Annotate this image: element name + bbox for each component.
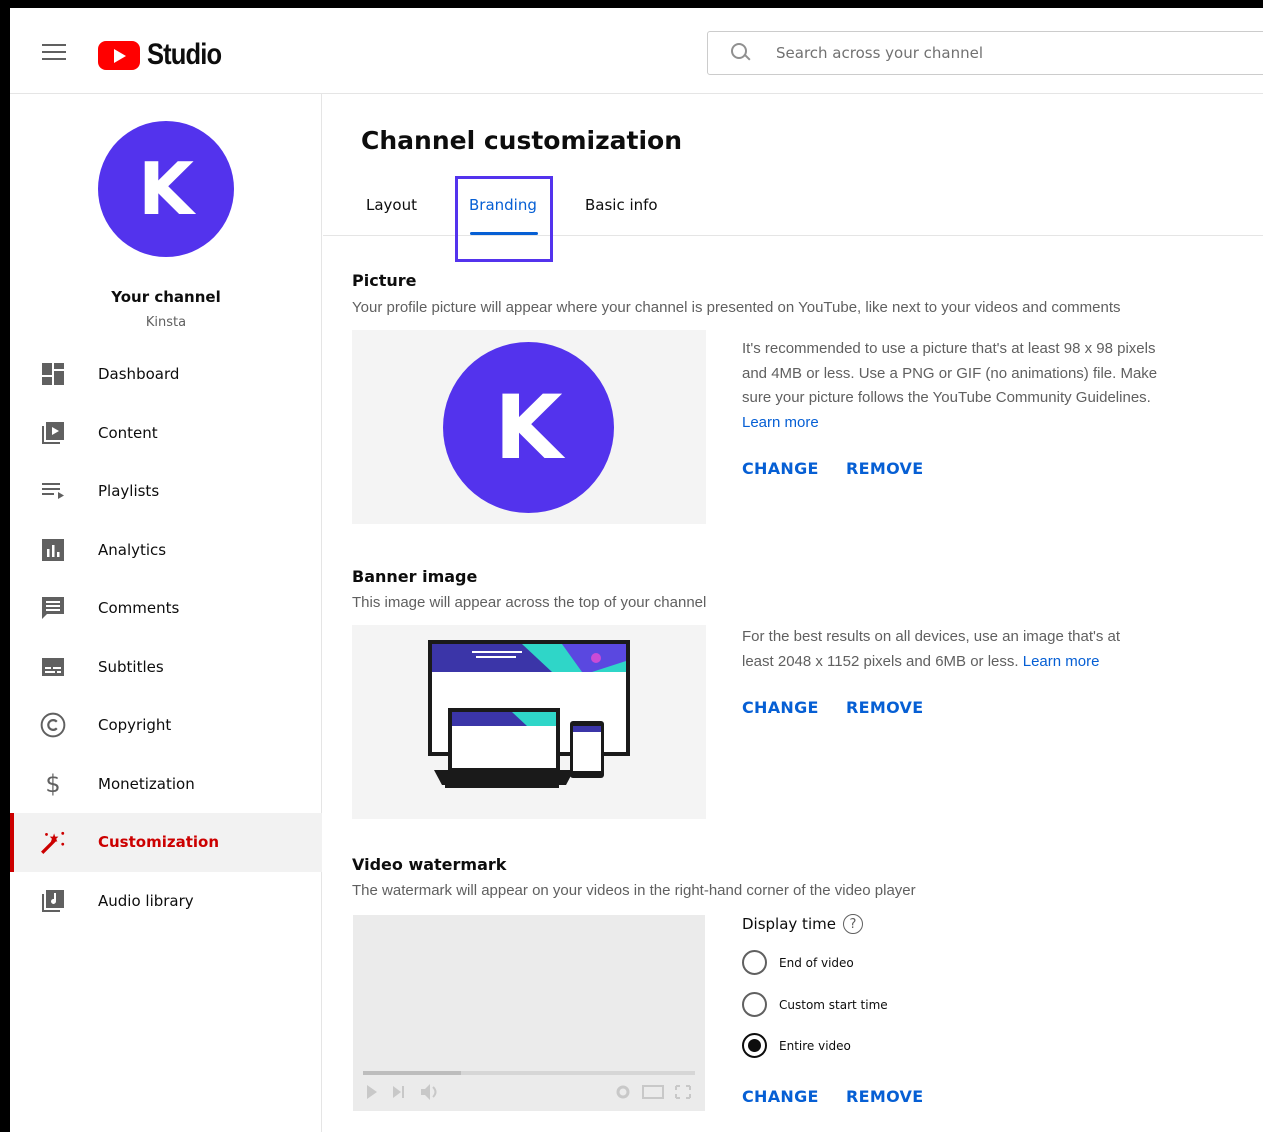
radio-button-selected[interactable]: [742, 1033, 767, 1058]
radio-custom-start-time[interactable]: Custom start time: [742, 992, 888, 1017]
sidebar-item-audio-library[interactable]: Audio library: [10, 872, 322, 931]
menu-icon[interactable]: [42, 44, 66, 62]
channel-name: Kinsta: [145, 315, 187, 330]
sidebar: K Your channel Kinsta Dashboard Content: [10, 94, 322, 1132]
magic-wand-icon: [40, 829, 66, 855]
tab-layout[interactable]: Layout: [366, 196, 417, 214]
radio-label: End of video: [779, 955, 854, 970]
content-icon: [40, 420, 66, 446]
picture-info-text: It's recommended to use a picture that's…: [742, 340, 1158, 406]
dollar-icon: $: [45, 769, 61, 798]
banner-info: For the best results on all devices, use…: [742, 625, 1152, 674]
picture-info: It's recommended to use a picture that's…: [742, 337, 1162, 435]
profile-picture: K: [443, 342, 614, 513]
sidebar-item-playlists[interactable]: Playlists: [10, 462, 322, 521]
copyright-icon: [40, 712, 66, 738]
sidebar-item-label: Audio library: [98, 891, 194, 910]
sidebar-item-label: Monetization: [98, 774, 195, 793]
sidebar-item-subtitles[interactable]: Subtitles: [10, 638, 322, 697]
sidebar-item-label: Playlists: [98, 482, 160, 501]
radio-button[interactable]: [742, 992, 767, 1017]
display-time-label: Display time: [742, 915, 836, 933]
sidebar-item-content[interactable]: Content: [10, 404, 322, 463]
radio-button[interactable]: [742, 950, 767, 975]
sidebar-item-label: Copyright: [98, 716, 172, 735]
radio-entire-video[interactable]: Entire video: [742, 1033, 851, 1058]
sidebar-item-analytics[interactable]: Analytics: [10, 521, 322, 580]
search-box[interactable]: [707, 31, 1263, 75]
radio-end-of-video[interactable]: End of video: [742, 950, 854, 975]
youtube-play-icon: [98, 40, 140, 70]
dashboard-icon: [40, 361, 66, 387]
avatar-letter: K: [138, 147, 194, 231]
watermark-description: The watermark will appear on your videos…: [352, 882, 916, 899]
banner-description: This image will appear across the top of…: [352, 594, 707, 611]
studio-logo[interactable]: Studio: [98, 38, 234, 72]
tab-bar: Layout Branding Basic info: [323, 168, 1263, 262]
sidebar-item-label: Analytics: [98, 540, 167, 559]
banner-title: Banner image: [352, 567, 478, 586]
devices-illustration: [428, 640, 630, 788]
banner-preview: [352, 625, 706, 819]
sidebar-item-label: Dashboard: [98, 365, 180, 384]
watermark-preview: [353, 915, 705, 1111]
picture-preview: K: [352, 330, 706, 524]
sidebar-item-label: Comments: [98, 599, 180, 618]
studio-window: Studio K Your channel Kinsta Dashboard: [10, 8, 1263, 1132]
help-icon[interactable]: ?: [842, 914, 863, 934]
picture-change-button[interactable]: CHANGE: [742, 459, 819, 478]
picture-learn-more-link[interactable]: Learn more: [742, 414, 819, 431]
playlists-icon: [40, 478, 66, 504]
tab-highlight-box: [455, 176, 553, 262]
preview-avatar-letter: K: [494, 376, 563, 479]
radio-label: Custom start time: [779, 997, 888, 1012]
channel-avatar[interactable]: K: [98, 121, 234, 257]
main-content: Channel customization Layout Branding Ba…: [323, 94, 1263, 1132]
banner-learn-more-link[interactable]: Learn more: [1023, 653, 1100, 670]
sidebar-item-label: Subtitles: [98, 657, 164, 676]
watermark-remove-button[interactable]: REMOVE: [846, 1087, 923, 1106]
watermark-change-button[interactable]: CHANGE: [742, 1087, 819, 1106]
page-title: Channel customization: [361, 126, 682, 155]
logo-text: Studio: [147, 38, 222, 71]
comments-icon: [40, 595, 66, 621]
channel-title[interactable]: Your channel: [10, 288, 322, 306]
radio-label: Entire video: [779, 1038, 851, 1053]
search-icon[interactable]: [730, 42, 752, 64]
tab-basic-info[interactable]: Basic info: [585, 196, 658, 214]
sidebar-item-label: Customization: [98, 833, 220, 852]
sidebar-item-customization[interactable]: Customization: [10, 813, 322, 872]
sidebar-item-dashboard[interactable]: Dashboard: [10, 345, 322, 404]
picture-description: Your profile picture will appear where y…: [352, 299, 1121, 316]
sidebar-item-monetization[interactable]: $ Monetization: [10, 755, 322, 814]
search-input[interactable]: [776, 44, 1196, 62]
sidebar-item-comments[interactable]: Comments: [10, 579, 322, 638]
top-bar: Studio: [10, 8, 1263, 94]
picture-remove-button[interactable]: REMOVE: [846, 459, 923, 478]
banner-remove-button[interactable]: REMOVE: [846, 698, 923, 717]
subtitles-icon: [40, 654, 66, 680]
picture-title: Picture: [352, 271, 417, 290]
sidebar-item-label: Content: [98, 423, 158, 442]
sidebar-item-copyright[interactable]: Copyright: [10, 696, 322, 755]
analytics-icon: [40, 537, 66, 563]
audio-library-icon: [40, 888, 66, 914]
display-time: Display time ?: [742, 914, 863, 934]
watermark-title: Video watermark: [352, 855, 507, 874]
sidebar-nav: Dashboard Content Playlists Analytics Co…: [10, 345, 322, 930]
video-player-mock: [363, 1071, 695, 1100]
banner-change-button[interactable]: CHANGE: [742, 698, 819, 717]
